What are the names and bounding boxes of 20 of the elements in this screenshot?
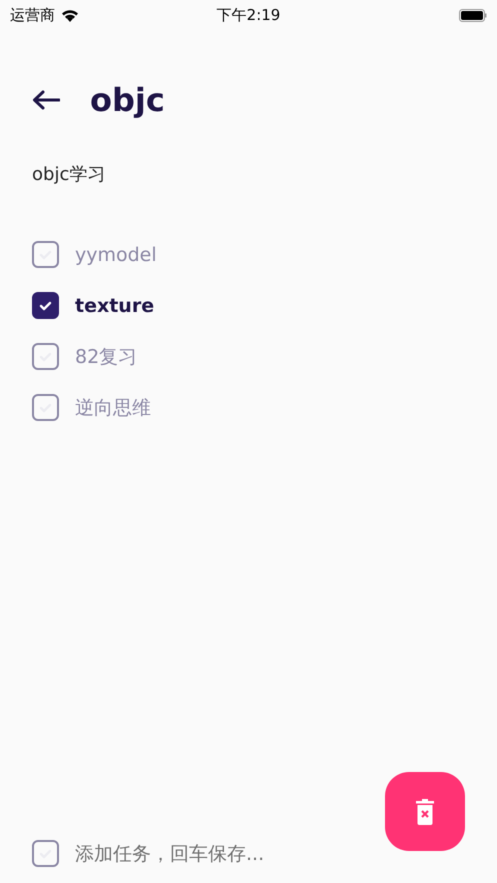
checkbox[interactable] xyxy=(32,840,59,867)
checkbox[interactable] xyxy=(32,394,59,421)
task-label: 逆向思维 xyxy=(75,396,151,420)
checkbox[interactable] xyxy=(32,292,59,319)
trash-icon xyxy=(416,798,434,824)
delete-button[interactable] xyxy=(385,772,465,851)
description-text: objc学习 xyxy=(32,163,106,186)
new-task-field[interactable]: 添加任务，回车保存... xyxy=(75,842,375,864)
task-label: yymodel xyxy=(75,244,157,266)
checkbox[interactable] xyxy=(32,343,59,370)
wifi-icon xyxy=(61,8,79,22)
back-arrow-icon[interactable] xyxy=(32,90,60,110)
task-label: texture xyxy=(75,294,154,316)
battery-icon xyxy=(459,8,487,22)
checkbox[interactable] xyxy=(32,241,59,268)
status-time: 下午2:19 xyxy=(216,6,280,24)
task-label: 82复习 xyxy=(75,344,138,370)
checkmark-icon xyxy=(39,300,52,310)
page-title: objc xyxy=(90,81,165,119)
carrier-text: 运营商 xyxy=(10,6,55,24)
